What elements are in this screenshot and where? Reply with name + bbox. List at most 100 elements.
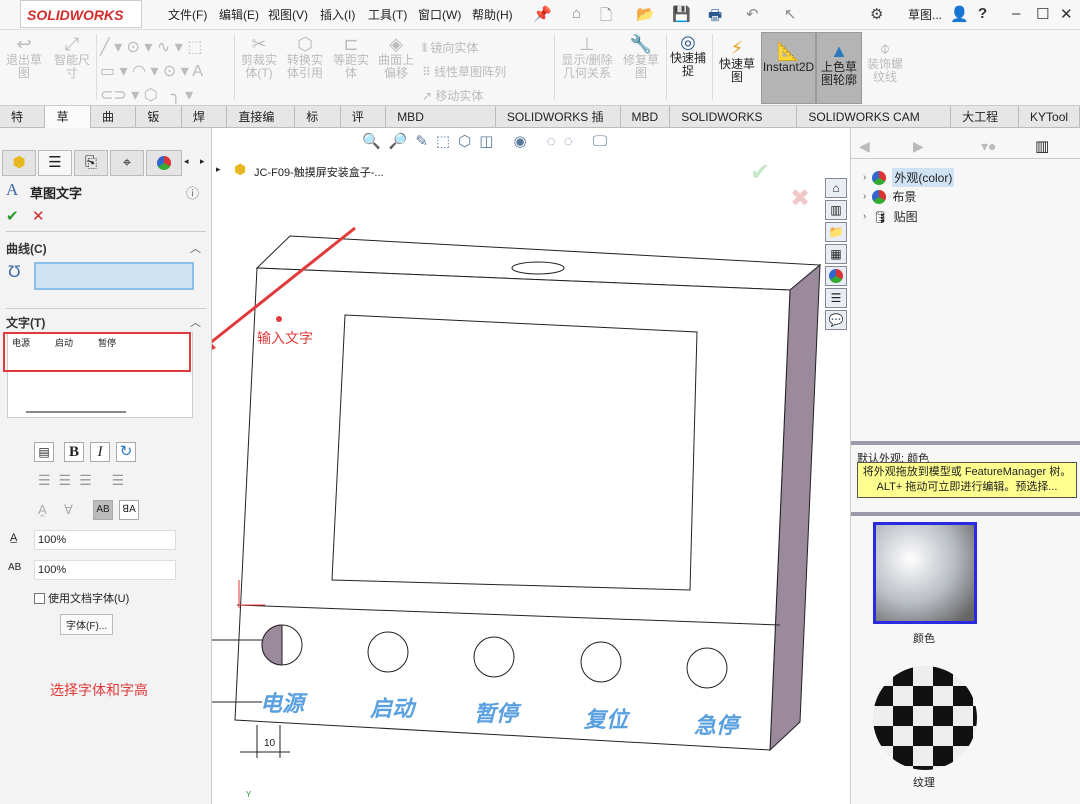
solidworks-logo[interactable]: SOLIDWORKS (20, 0, 142, 28)
property-manager-tab[interactable]: ☰ (38, 150, 72, 176)
spacing-input[interactable]: 100% (34, 560, 176, 580)
rapid-sketch-button[interactable]: ⚡快速草图 (716, 42, 758, 84)
forward-icon[interactable]: ▶ (913, 138, 924, 155)
smart-dimension-button[interactable]: ⤢智能尺寸 (50, 38, 94, 80)
display-relations-button[interactable]: ⊥显示/删除几何关系 (558, 38, 616, 80)
link-to-property-button[interactable]: ▤ (34, 442, 54, 462)
alignment-buttons[interactable]: ☰☰☰ ☰ (38, 472, 132, 489)
quick-snaps-button[interactable]: ◎快速捕捉 (668, 36, 708, 78)
gear-icon[interactable]: ⚙ (870, 5, 883, 23)
tab-0[interactable]: 特征 (0, 106, 45, 128)
italic-button[interactable]: I (90, 442, 110, 462)
linear-pattern-button[interactable]: ⠿ 线性草图阵列 (422, 60, 542, 84)
tab-3[interactable]: 钣金 (136, 106, 181, 128)
shaded-sketch-contours-button[interactable]: ▲上色草图轮廓 (816, 32, 862, 104)
menu-view[interactable]: 视图(V) (268, 6, 308, 23)
mirror-entities-button[interactable]: ⫴ 镜向实体 (422, 36, 542, 60)
display-manager-tab[interactable] (146, 150, 182, 176)
open-icon[interactable]: 📂 (636, 5, 655, 23)
custom-properties-icon[interactable]: ☰ (825, 288, 847, 308)
tab-scroll-right[interactable]: ▸ (200, 156, 205, 167)
library-icon[interactable]: ▥ (1035, 137, 1049, 155)
help-icon[interactable]: ? (978, 5, 987, 22)
undo-icon[interactable]: ↶ (746, 5, 759, 23)
graphics-area[interactable]: 🔍🔎✎⬚⬡◫ ◉ ◌◌ 🖵 ▸ ⬢ JC-F09-触摸屏安装盒子-... ✔ ✖ (212, 128, 850, 804)
flip-vertical-down-icon[interactable]: ∀ (64, 502, 73, 518)
user-icon[interactable]: 👤 (950, 5, 969, 23)
close-button[interactable]: ✕ (1060, 5, 1073, 23)
tab-5[interactable]: 直接编辑 (227, 106, 295, 128)
font-button[interactable]: 字体(F)... (60, 614, 113, 635)
flip-vertical-icon[interactable]: A̭ (38, 502, 47, 517)
minimize-button[interactable]: – (1012, 5, 1020, 22)
tab-4[interactable]: 焊件 (182, 106, 227, 128)
ok-button[interactable]: ✔ (6, 207, 19, 225)
help-icon[interactable]: ⓘ (186, 183, 199, 202)
select-icon[interactable]: ↖ (784, 5, 797, 23)
convert-entities-button[interactable]: ⬡转换实体引用 (284, 38, 326, 80)
menu-insert[interactable]: 插入(I) (320, 6, 355, 23)
menu-tools[interactable]: 工具(T) (368, 6, 407, 23)
splitter[interactable] (851, 512, 1080, 516)
swatch-texture[interactable] (873, 666, 977, 770)
tree-item-appearance[interactable]: ›外观(color) (863, 168, 954, 187)
tab-9[interactable]: SOLIDWORKS 插件 (496, 106, 621, 128)
dimension-value[interactable]: 10 (264, 738, 275, 749)
dimxpert-tab[interactable]: ⌖ (110, 150, 144, 176)
menu-file[interactable]: 文件(F) (168, 6, 207, 23)
rotate-button[interactable]: ↻ (116, 442, 136, 462)
print-icon[interactable]: 🖶 (708, 5, 722, 30)
tab-2[interactable]: 曲面 (91, 106, 136, 128)
view-palette-icon[interactable]: ▦ (825, 244, 847, 264)
home-view-icon[interactable]: ⌂ (825, 178, 847, 198)
forum-icon[interactable]: 💬 (825, 310, 847, 330)
text-scrollbar[interactable] (26, 411, 126, 413)
menu-help[interactable]: 帮助(H) (472, 6, 513, 23)
instant2d-button[interactable]: 📐Instant2D (761, 32, 816, 104)
feature-manager-tab[interactable]: ⬢ (2, 150, 36, 176)
width-factor-input[interactable]: 100% (34, 530, 176, 550)
offset-on-surface-button[interactable]: ◈曲面上偏移 (374, 38, 418, 80)
file-explorer-icon[interactable]: 📁 (825, 222, 847, 242)
splitter[interactable] (851, 441, 1080, 445)
home-icon[interactable]: ⌂ (572, 5, 581, 22)
menu-edit[interactable]: 编辑(E) (219, 6, 259, 23)
tree-item-scene[interactable]: ›布景 (863, 188, 916, 205)
menu-window[interactable]: 窗口(W) (418, 6, 461, 23)
tab-6[interactable]: 标注 (295, 106, 340, 128)
tree-item-decal[interactable]: ›🛢贴图 (863, 208, 918, 225)
tab-11[interactable]: SOLIDWORKS CAM (670, 106, 797, 128)
tab-10[interactable]: MBD (621, 106, 671, 128)
swatch-color[interactable] (873, 522, 977, 624)
cosmetic-thread-button[interactable]: ⌽装饰螺纹线 (864, 42, 906, 84)
exit-sketch-button[interactable]: ↩退出草图 (4, 38, 44, 80)
design-library-icon[interactable]: ▥ (825, 200, 847, 220)
bold-button[interactable]: B (64, 442, 84, 462)
repair-sketch-button[interactable]: 🔧修复草图 (620, 38, 662, 80)
add-location-icon[interactable]: ▾● (981, 138, 996, 155)
tab-1[interactable]: 草图 (45, 106, 90, 128)
pattern-tools[interactable]: ⫴ 镜向实体 ⠿ 线性草图阵列 ↗ 移动实体 (422, 36, 542, 108)
new-icon[interactable]: 🗋 (600, 5, 612, 30)
sketch-entity-tools[interactable]: ╱ ▾ ⊙ ▾ ∿ ▾ ⬚▭ ▾ ◠ ▾ ⊙ ▾ A⊂⊃ ▾ ⬡ ╮ ▾ (100, 36, 230, 108)
tab-13[interactable]: 大工程师 (951, 106, 1019, 128)
use-document-font-checkbox[interactable]: 使用文档字体(U) (34, 590, 129, 606)
collapse-text-icon[interactable]: ︿ (190, 314, 201, 330)
back-icon[interactable]: ◀ (859, 138, 870, 155)
collapse-curves-icon[interactable]: ︿ (190, 240, 201, 256)
tab-14[interactable]: KYTool (1019, 106, 1080, 128)
configuration-manager-tab[interactable]: ⎘ (74, 150, 108, 176)
trim-entities-button[interactable]: ✂剪裁实体(T) (238, 38, 280, 80)
tab-7[interactable]: 评估 (341, 106, 386, 128)
curves-selection-box[interactable] (34, 262, 194, 290)
horizontal-flip-off-button[interactable]: AB (93, 500, 113, 520)
horizontal-flip-button[interactable]: ꓭA (119, 500, 139, 520)
appearances-icon[interactable] (825, 266, 847, 286)
tab-scroll-left[interactable]: ◂ (184, 156, 189, 167)
pin-icon[interactable]: 📌 (533, 5, 552, 23)
move-entities-button[interactable]: ↗ 移动实体 (422, 84, 542, 108)
document-menu[interactable]: 草图... (908, 6, 942, 23)
tab-8[interactable]: MBD Dimensions (386, 106, 496, 128)
save-icon[interactable]: 💾 (672, 5, 691, 23)
maximize-button[interactable]: ☐ (1036, 5, 1049, 23)
